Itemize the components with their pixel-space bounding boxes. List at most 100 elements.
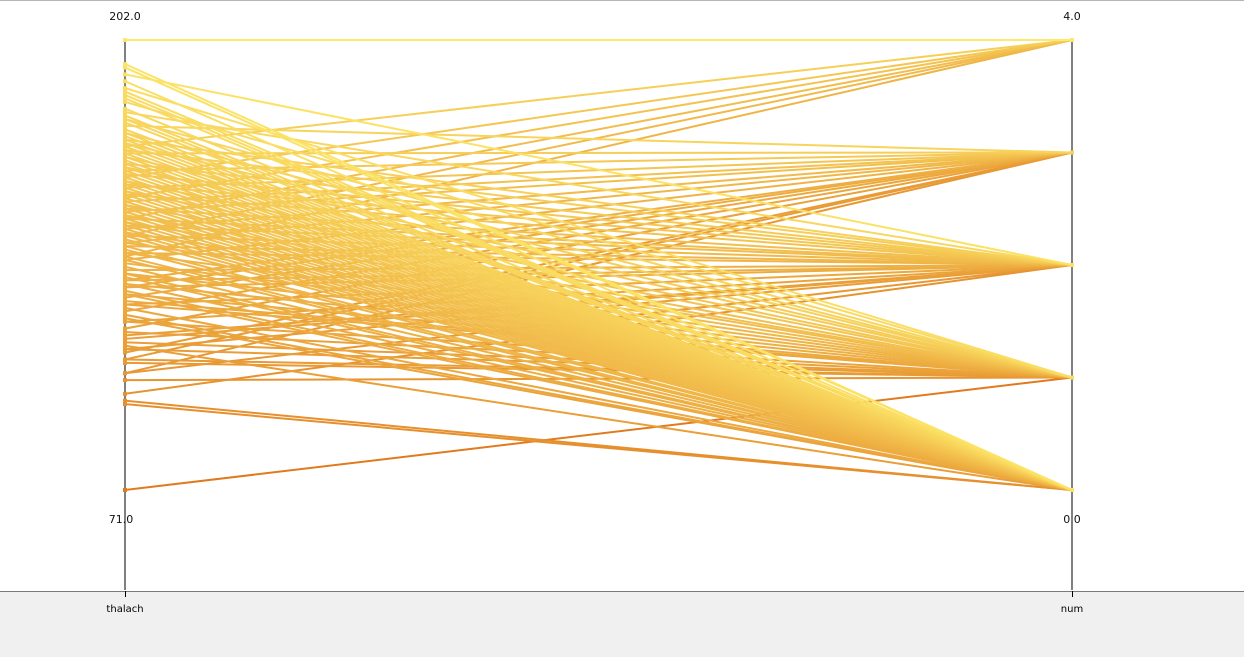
record-endpoint [123,360,127,365]
record-endpoint [123,106,127,111]
record-endpoint [123,141,127,146]
record-endpoint [123,326,127,331]
record-endpoint [123,357,127,362]
record-endpoint [123,147,127,152]
record-endpoint [123,302,127,307]
record-endpoint [123,99,127,104]
record-endpoint [123,110,127,115]
record-endpoint [123,175,127,180]
record-lines [124,39,1073,491]
record-endpoint [123,288,127,293]
record-endpoint [123,199,127,204]
record-endpoint [123,130,127,135]
record-endpoint [123,196,127,201]
record-endpoint [123,391,127,396]
record-endpoint [123,117,127,122]
record-endpoint [123,151,127,156]
record-endpoint [123,134,127,139]
record-endpoint [123,336,127,341]
record-endpoint [123,206,127,211]
record-endpoint [123,209,127,214]
num-max-label: 4.0 [1063,10,1081,23]
record-endpoint [123,154,127,159]
record-endpoint [123,268,127,273]
record-endpoint [123,237,127,242]
record-endpoint [123,257,127,262]
thalach-max-label: 202.0 [109,10,141,23]
record-endpoint [123,171,127,176]
record-endpoint [123,89,127,94]
record-endpoint [123,65,127,70]
record-endpoint [123,213,127,218]
record-endpoint [123,62,127,67]
record-endpoint [123,72,127,77]
record-endpoint [123,329,127,334]
record-endpoint [123,79,127,84]
record-endpoint [123,371,127,376]
record-endpoint [123,398,127,403]
record-endpoint [123,343,127,348]
record-endpoint [123,271,127,276]
axis-name-thalach[interactable]: thalach [106,604,143,615]
record-endpoint [123,250,127,255]
record-endpoint [123,285,127,290]
record-endpoint [123,295,127,300]
record-endpoint [1070,263,1074,267]
record-endpoint [123,202,127,207]
record-endpoint [123,192,127,197]
record-endpoint [123,230,127,235]
num-tick [1072,591,1073,597]
record-endpoint [1070,150,1074,155]
record-endpoint [123,292,127,297]
axis-name-bar: thalach num [0,591,1244,657]
thalach-tick [125,591,126,597]
parallel-coordinates-plot [123,38,1074,590]
record-endpoint [123,275,127,280]
record-endpoint [123,316,127,321]
record-endpoint [123,340,127,345]
record-endpoint [123,240,127,245]
record-endpoint [123,244,127,249]
record-endpoint [123,281,127,286]
record-endpoint [123,305,127,310]
record-endpoint [123,92,127,97]
record-endpoint [123,226,127,231]
record-endpoint [123,488,127,492]
record-endpoint [123,254,127,259]
record-endpoint [123,178,127,183]
record-endpoint [123,144,127,149]
record-endpoint [123,86,127,91]
record-endpoint [123,309,127,314]
axis-name-num[interactable]: num [1061,604,1083,615]
record-endpoint [1070,488,1074,492]
record-endpoint [123,378,127,383]
record-endpoint [123,113,127,118]
record-endpoint [1070,38,1074,42]
record-endpoint [123,264,127,269]
record-endpoint [123,220,127,225]
record-endpoint [123,350,127,355]
record-endpoint [123,223,127,228]
record-endpoint [123,402,127,407]
record-endpoint [123,38,127,42]
record-endpoint [123,158,127,163]
record-endpoint [123,182,127,187]
record-endpoint [123,127,127,132]
record-endpoint [123,312,127,317]
record-endpoint [123,233,127,238]
record-endpoint [123,96,127,101]
record-endpoint [123,278,127,283]
record-endpoint [123,137,127,142]
record-endpoint [123,185,127,190]
record-endpoint [123,216,127,221]
record-endpoint [1070,375,1074,380]
record-endpoint [123,165,127,170]
record-endpoint [123,319,127,324]
record-endpoint [123,299,127,304]
record-endpoint [123,189,127,194]
record-endpoint [123,347,127,352]
num-min-label: 0.0 [1063,513,1081,526]
record-endpoint [123,120,127,125]
record-endpoint [123,123,127,128]
thalach-min-label: 71.0 [108,513,134,526]
